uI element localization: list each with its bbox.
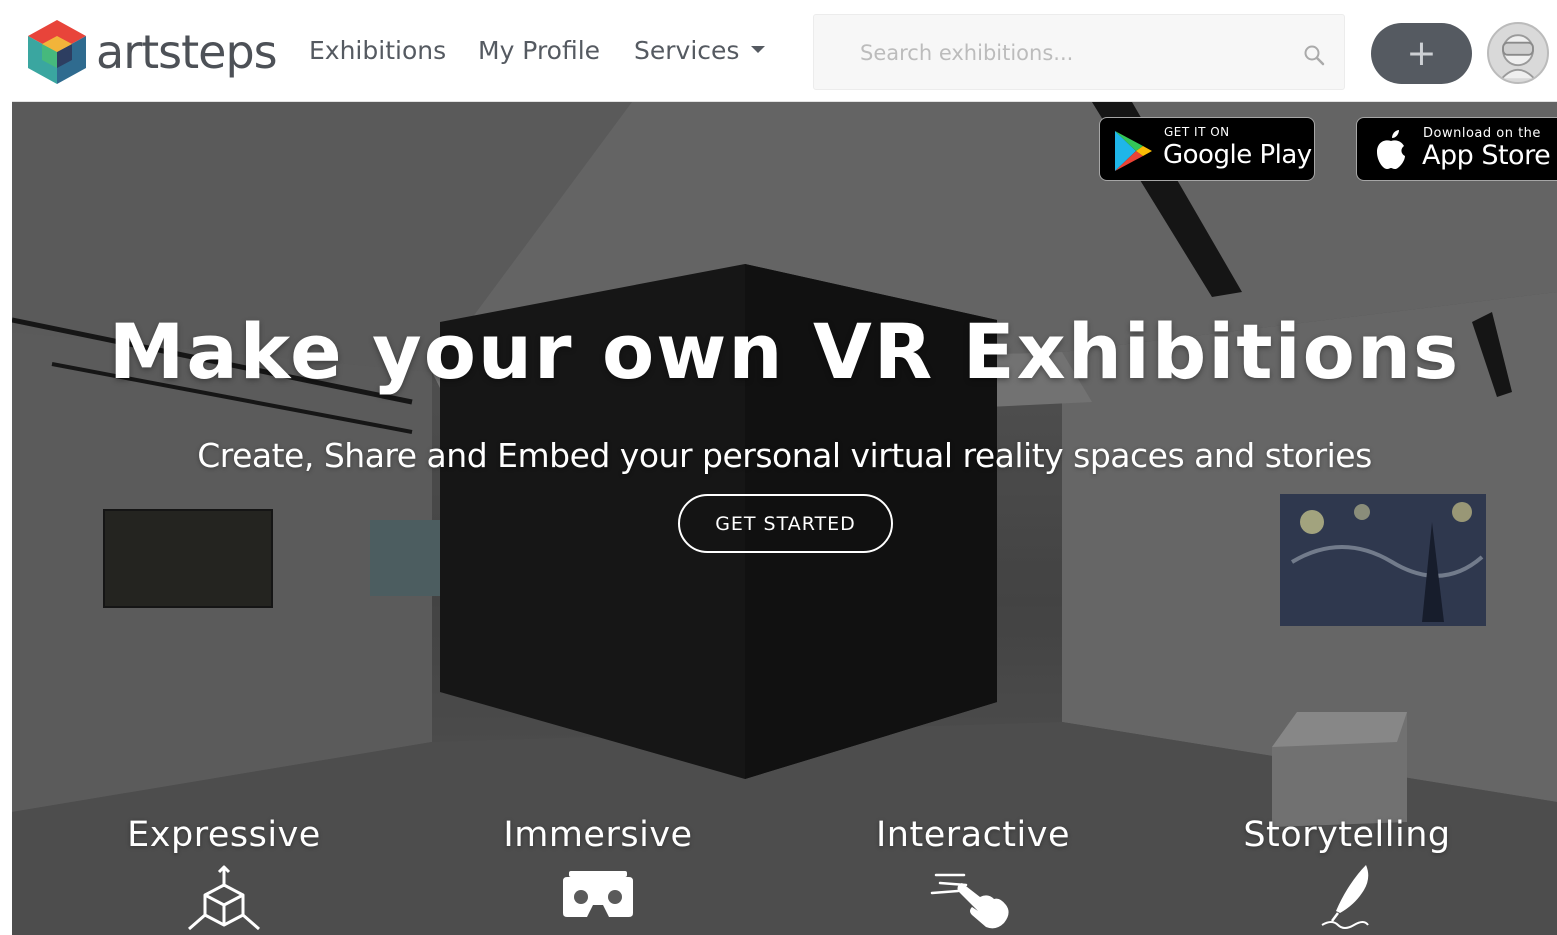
- feature-label: Immersive: [503, 815, 693, 855]
- app-store-badge[interactable]: Download on the App Store: [1356, 117, 1557, 181]
- hero-subtitle: Create, Share and Embed your personal vi…: [197, 436, 1372, 475]
- nav-services-label: Services: [634, 36, 740, 65]
- apple-logo-icon: [1377, 130, 1405, 169]
- feature-label: Storytelling: [1243, 815, 1451, 855]
- hero-section: GET IT ON Google Play Download on the Ap…: [12, 102, 1557, 935]
- google-play-badge[interactable]: GET IT ON Google Play: [1099, 117, 1315, 181]
- logo-cube-icon: [28, 20, 86, 84]
- vr-headset-icon: [563, 871, 633, 917]
- google-play-small-text: GET IT ON: [1164, 125, 1230, 139]
- top-navbar: artsteps Exhibitions My Profile Services…: [12, 8, 1557, 102]
- get-started-button[interactable]: GET STARTED: [678, 494, 893, 553]
- quill-icon: [1321, 865, 1369, 929]
- nav-my-profile-link[interactable]: My Profile: [478, 36, 600, 65]
- google-play-icon: [1115, 131, 1152, 171]
- vr-user-icon: [1501, 34, 1535, 79]
- app-store-small-text: Download on the: [1423, 126, 1541, 141]
- user-avatar[interactable]: [1487, 22, 1549, 84]
- artsteps-logo[interactable]: artsteps: [22, 16, 278, 88]
- search-input[interactable]: [860, 36, 1280, 70]
- feature-label: Interactive: [875, 815, 1071, 855]
- cube-icon: [188, 865, 260, 931]
- search-icon[interactable]: [1302, 43, 1326, 67]
- nav-services-dropdown[interactable]: Services: [634, 36, 766, 65]
- feature-interactive: Interactive: [808, 815, 1138, 933]
- google-play-big-text: Google Play: [1163, 140, 1312, 170]
- feature-label: Expressive: [127, 815, 321, 855]
- pointer-hand-icon: [930, 873, 1009, 929]
- nav-exhibitions-link[interactable]: Exhibitions: [309, 36, 446, 65]
- feature-expressive: Expressive: [59, 815, 389, 933]
- hero-title: Make your own VR Exhibitions: [108, 307, 1461, 396]
- add-exhibition-button[interactable]: +: [1371, 23, 1472, 84]
- app-store-big-text: App Store: [1422, 140, 1551, 171]
- search-box: [813, 14, 1345, 90]
- caret-down-icon: [751, 45, 766, 53]
- feature-immersive: Immersive: [433, 815, 763, 933]
- logo-text: artsteps: [96, 25, 278, 79]
- feature-storytelling: Storytelling: [1182, 815, 1512, 933]
